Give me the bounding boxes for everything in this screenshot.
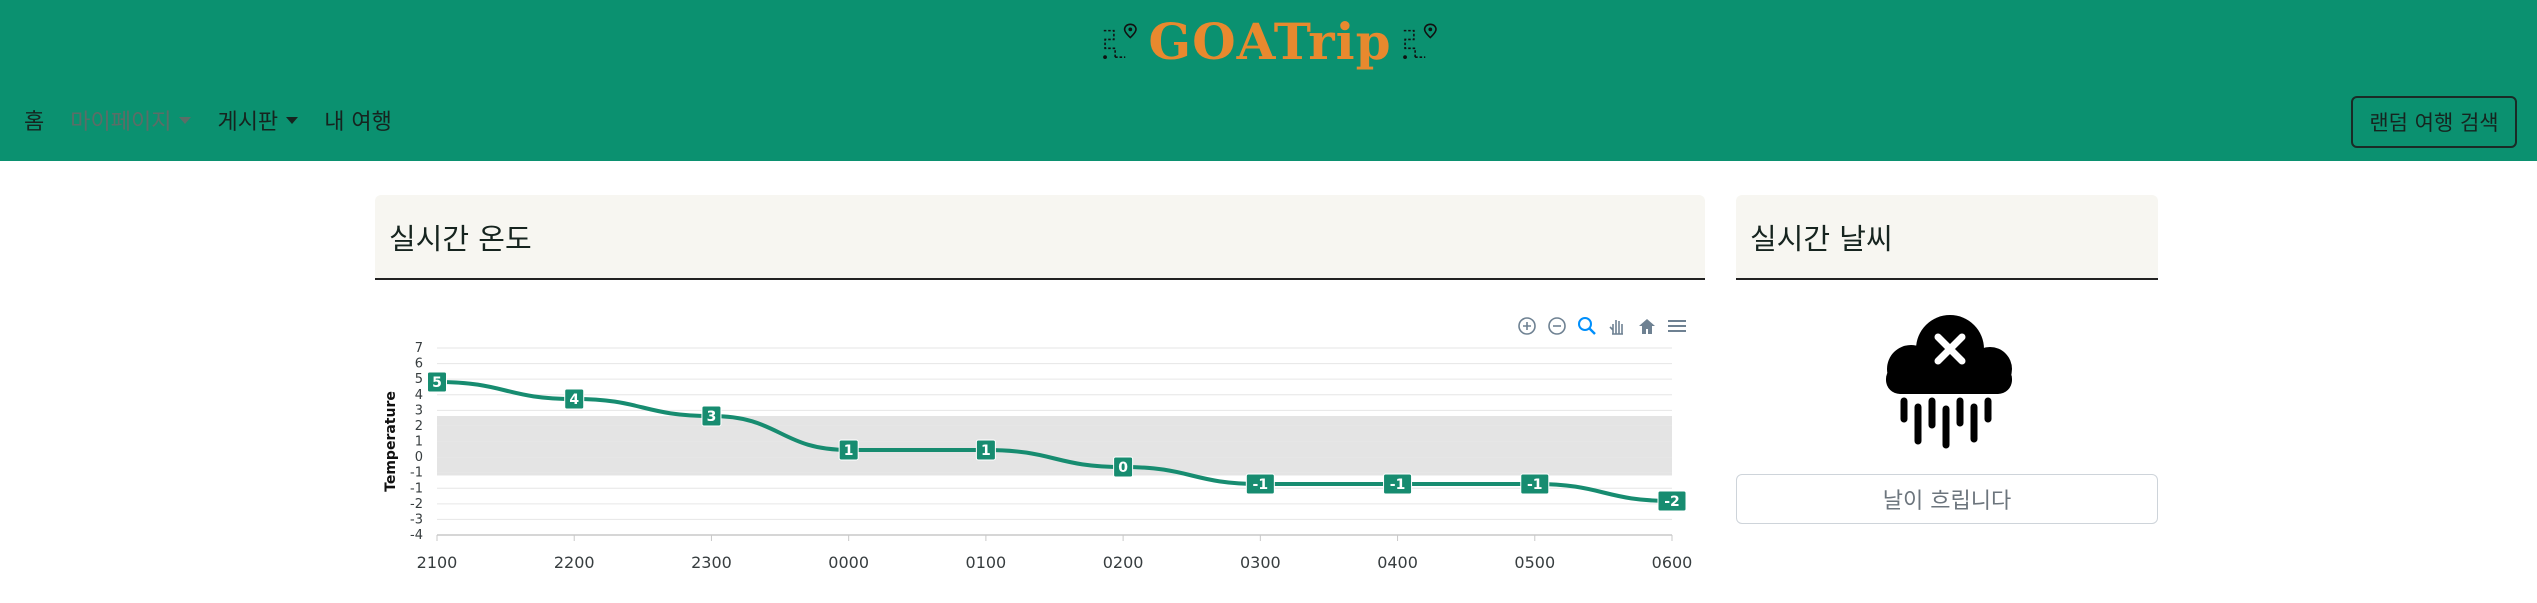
y-tick-label: 1 bbox=[415, 435, 423, 450]
temperature-chart: 76543210-1-1-2-3-4Temperature2100 2200 230… bbox=[383, 341, 1693, 572]
x-tick-label: 0500 bbox=[1514, 553, 1555, 572]
y-tick-label: -1 bbox=[410, 466, 423, 481]
y-tick-label: 5 bbox=[415, 372, 423, 387]
data-label: -2 bbox=[1664, 494, 1680, 510]
x-tick-label: 2100 bbox=[417, 553, 458, 572]
data-label: 3 bbox=[707, 409, 717, 425]
x-tick-label: 0600 bbox=[1652, 553, 1693, 572]
x-tick-label: 2200 bbox=[554, 553, 595, 572]
nav-item-home[interactable]: 홈 bbox=[24, 104, 44, 136]
brand-logo[interactable]: GOATrip bbox=[1100, 4, 1440, 80]
navbar: GOATrip 홈 마이페이지 게시판 내 여행 랜덤 여행 검색 bbox=[0, 0, 2537, 161]
data-label: 4 bbox=[569, 392, 579, 408]
y-tick-label: 4 bbox=[415, 388, 423, 403]
y-tick-label: 7 bbox=[415, 341, 423, 356]
x-tick-label: 0000 bbox=[828, 553, 869, 572]
data-label: 1 bbox=[844, 443, 854, 459]
route-map-icon bbox=[1402, 23, 1437, 60]
weather-card-title: 실시간 날씨 bbox=[1750, 221, 1893, 256]
temperature-card-header: 실시간 온도 bbox=[375, 195, 1705, 280]
data-label: -1 bbox=[1390, 477, 1406, 493]
y-tick-label: -1 bbox=[410, 481, 423, 496]
nav-item-mypage[interactable]: 마이페이지 bbox=[70, 104, 192, 136]
y-tick-label: 0 bbox=[415, 450, 423, 465]
random-trip-search-button[interactable]: 랜덤 여행 검색 bbox=[2351, 96, 2517, 148]
data-label: 1 bbox=[981, 443, 991, 459]
data-label: 0 bbox=[1118, 460, 1128, 476]
caret-down-icon bbox=[286, 116, 299, 124]
data-label: -1 bbox=[1253, 477, 1269, 493]
y-tick-label: 2 bbox=[415, 419, 423, 434]
x-tick-label: 0100 bbox=[966, 553, 1007, 572]
y-tick-label: -2 bbox=[410, 497, 423, 512]
data-label: -1 bbox=[1527, 477, 1543, 493]
caret-down-icon bbox=[179, 116, 192, 124]
y-tick-label: -3 bbox=[410, 512, 423, 527]
rain-cloud-cross-icon bbox=[1886, 315, 2012, 449]
y-tick-label: 6 bbox=[415, 357, 423, 372]
brand-name: GOATrip bbox=[1148, 12, 1392, 71]
weather-status: 날이 흐립니다 bbox=[1736, 474, 2158, 524]
data-label: 5 bbox=[432, 375, 442, 391]
shaded-band bbox=[437, 416, 1672, 476]
y-axis-label: Temperature bbox=[383, 391, 399, 492]
x-tick-label: 0200 bbox=[1103, 553, 1144, 572]
y-tick-label: -4 bbox=[410, 528, 423, 543]
x-tick-label: 0300 bbox=[1240, 553, 1281, 572]
y-tick-label: 3 bbox=[415, 403, 423, 418]
x-tick-label: 2300 bbox=[691, 553, 732, 572]
nav-item-my-trip[interactable]: 내 여행 bbox=[324, 104, 392, 136]
main-nav: 홈 마이페이지 게시판 내 여행 bbox=[24, 104, 418, 136]
temperature-card-title: 실시간 온도 bbox=[389, 221, 532, 256]
nav-item-board[interactable]: 게시판 bbox=[217, 104, 299, 136]
route-map-icon bbox=[1103, 23, 1137, 60]
weather-card-header: 실시간 날씨 bbox=[1736, 195, 2158, 280]
x-tick-label: 0400 bbox=[1377, 553, 1418, 572]
